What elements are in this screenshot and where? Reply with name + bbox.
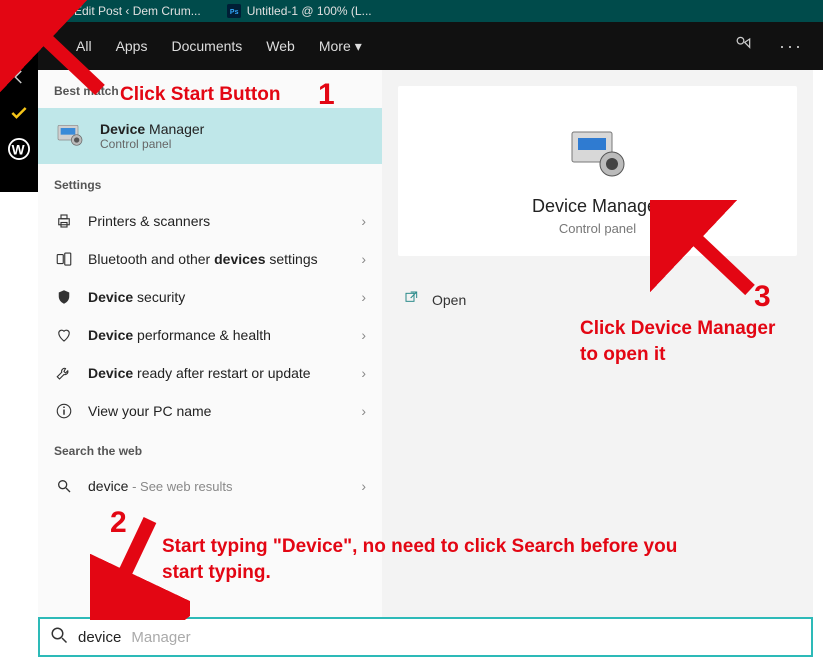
settings-row-bluetooth[interactable]: Bluetooth and other devices settings ›: [38, 240, 382, 278]
settings-row-label: Printers & scanners: [88, 213, 347, 229]
search-tabbar: All Apps Documents Web More ▾ ···: [38, 22, 823, 70]
svg-text:O: O: [12, 35, 21, 49]
open-action[interactable]: Open: [398, 280, 797, 319]
settings-row-label: Device ready after restart or update: [88, 365, 347, 381]
device-manager-icon: [54, 120, 86, 152]
chevron-down-icon: ▾: [355, 38, 362, 55]
outlook-icon[interactable]: O: [6, 28, 32, 54]
feedback-icon[interactable]: [731, 34, 755, 59]
web-row-label: device - See web results: [88, 478, 347, 494]
preview-title: Device Manager: [418, 196, 777, 217]
search-typed: device: [78, 629, 121, 646]
title-tab-brave[interactable]: Edit Post ‹ Dem Crum...: [44, 0, 211, 22]
best-match-subtitle: Control panel: [100, 137, 204, 151]
wordpress-icon[interactable]: W: [6, 136, 32, 162]
results-column: Best match Device Manager Control panel …: [38, 70, 382, 617]
device-manager-icon: [566, 126, 630, 180]
web-row[interactable]: device - See web results ›: [38, 468, 382, 504]
chevron-right-icon: ›: [361, 213, 366, 229]
tab-documents[interactable]: Documents: [171, 38, 242, 54]
tab-more[interactable]: More ▾: [319, 38, 362, 55]
chevron-right-icon: ›: [361, 289, 366, 305]
settings-row-printers[interactable]: Printers & scanners ›: [38, 202, 382, 240]
settings-row-label: Bluetooth and other devices settings: [88, 251, 347, 267]
info-icon: [54, 402, 74, 420]
tab-web[interactable]: Web: [266, 38, 295, 54]
settings-row-pcname[interactable]: View your PC name ›: [38, 392, 382, 430]
chevron-right-icon: ›: [361, 365, 366, 381]
svg-text:Ps: Ps: [230, 9, 239, 16]
preview-column: Device Manager Control panel Open: [382, 70, 813, 617]
settings-row-label: Device security: [88, 289, 347, 305]
search-panel: Best match Device Manager Control panel …: [38, 70, 813, 617]
shield-icon: [54, 288, 74, 306]
chevron-right-icon: ›: [361, 403, 366, 419]
search-icon: [50, 626, 68, 649]
open-icon: [404, 290, 420, 309]
check-icon[interactable]: [6, 100, 32, 126]
bluetooth-icon: [54, 250, 74, 268]
photoshop-icon: Ps: [227, 4, 241, 18]
settings-row-label: View your PC name: [88, 403, 347, 419]
settings-header: Settings: [38, 164, 382, 202]
best-match-item[interactable]: Device Manager Control panel: [38, 108, 382, 164]
settings-row-health[interactable]: Device performance & health ›: [38, 316, 382, 354]
best-match-header: Best match: [38, 70, 382, 108]
preview-subtitle: Control panel: [418, 221, 777, 236]
chevron-right-icon: ›: [361, 478, 366, 494]
title-tab-photoshop[interactable]: Ps Untitled-1 @ 100% (L...: [217, 0, 382, 22]
settings-row-restart[interactable]: Device ready after restart or update ›: [38, 354, 382, 392]
window-titlebar: Edit Post ‹ Dem Crum... Ps Untitled-1 @ …: [0, 0, 823, 22]
best-match-title: Device Manager: [100, 121, 204, 137]
settings-row-security[interactable]: Device security ›: [38, 278, 382, 316]
chevron-right-icon: ›: [361, 327, 366, 343]
chevron-right-icon: ›: [361, 251, 366, 267]
preview-card: Device Manager Control panel: [398, 86, 797, 256]
back-icon[interactable]: [6, 64, 32, 90]
open-label: Open: [432, 292, 466, 308]
os-rail: O W: [0, 22, 38, 192]
svg-text:W: W: [12, 143, 25, 158]
search-icon: [54, 478, 74, 494]
wrench-icon: [54, 364, 74, 382]
search-input[interactable]: device Manager: [38, 617, 813, 657]
title-tab-label: Untitled-1 @ 100% (L...: [247, 4, 372, 18]
tab-all[interactable]: All: [76, 38, 92, 54]
title-tab-label: Edit Post ‹ Dem Crum...: [74, 4, 201, 18]
printer-icon: [54, 212, 74, 230]
heart-icon: [54, 326, 74, 344]
ellipsis-icon[interactable]: ···: [779, 36, 803, 57]
tab-apps[interactable]: Apps: [116, 38, 148, 54]
settings-row-label: Device performance & health: [88, 327, 347, 343]
search-suggestion: Manager: [131, 629, 190, 646]
web-header: Search the web: [38, 430, 382, 468]
brave-icon: [54, 4, 68, 18]
